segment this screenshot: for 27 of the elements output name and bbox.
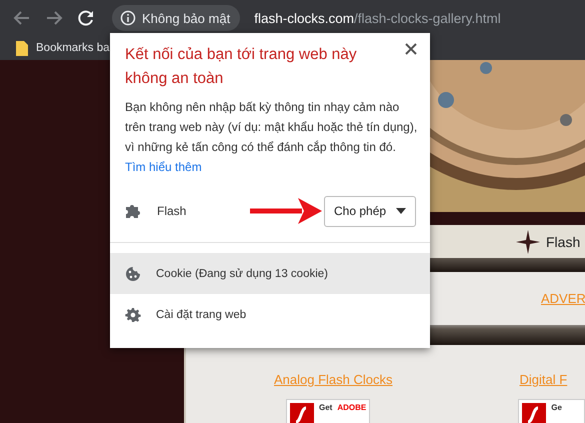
menu-item[interactable]: Cài đặt trang web: [110, 294, 430, 335]
flash-player-badge[interactable]: Ge: [518, 399, 585, 423]
close-icon[interactable]: [404, 42, 418, 56]
folder-icon: [16, 40, 28, 56]
header-title: Flash: [546, 234, 580, 250]
flash-player-badge[interactable]: Get ADOBE: [286, 399, 370, 423]
flash-logo-icon: [522, 403, 546, 423]
forward-icon: [45, 9, 63, 27]
puzzle-icon: [125, 203, 141, 219]
menu-item[interactable]: Cookie (Đang sử dụng 13 cookie): [110, 253, 430, 294]
settings-icon: [125, 306, 141, 322]
cookie-icon: [125, 266, 141, 282]
arrow: [250, 196, 322, 226]
popup-title: Kết nối của bạn tới trang web này không an toàn: [125, 45, 358, 89]
back-icon: [13, 9, 31, 27]
learn-more-link[interactable]: Tìm hiểu thêm: [125, 160, 202, 174]
bookmark-item[interactable]: Bookmarks ba: [36, 42, 110, 54]
reload-icon: [77, 9, 95, 27]
permission-label: Flash: [157, 204, 188, 218]
url-text[interactable]: flash-clocks.com/flash-clocks-gallery.html: [254, 10, 501, 26]
info-icon: [120, 10, 136, 26]
security-chip[interactable]: Không bảo mật: [112, 5, 240, 31]
star-icon: [516, 230, 540, 254]
warning-text: Bạn không nên nhập bất kỳ thông tin nhạy cảm nào trên trang web này (ví dụ: mật khẩu hoặc thẻ tín dụng), vì những kẻ tấn công có thể đánh cắp thông tin đó. Tìm hiểu thêm: [125, 99, 418, 176]
flash-logo-icon: [290, 403, 314, 423]
caret-icon: [396, 208, 406, 214]
permission-dropdown[interactable]: Cho phép: [324, 196, 416, 226]
